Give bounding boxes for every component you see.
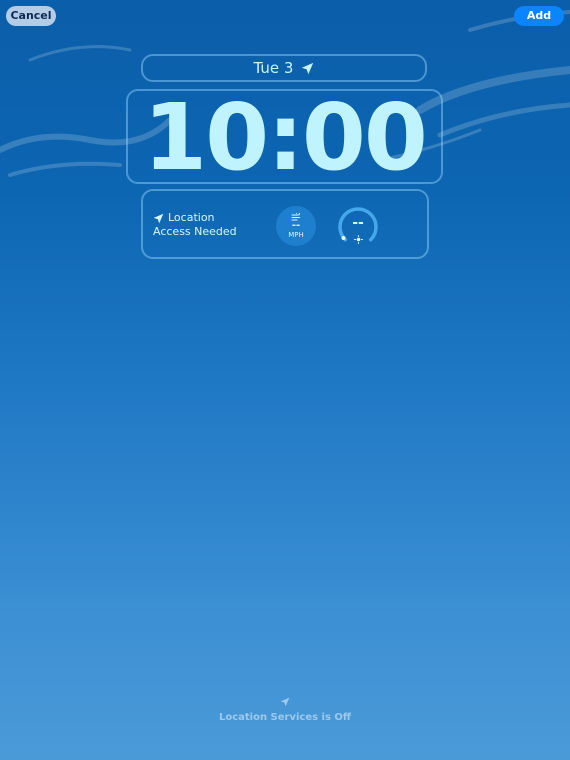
wind-speed-unit: MPH xyxy=(288,230,304,239)
clock-time: 10:00 xyxy=(143,83,428,191)
location-services-status: Location Services is Off xyxy=(0,697,570,723)
location-arrow-icon xyxy=(153,213,164,223)
widget-row[interactable]: Location Access Needed -- MPH -- xyxy=(141,189,429,259)
location-widget-title: Location xyxy=(168,211,215,224)
date-widget[interactable]: Tue 3 xyxy=(141,54,427,82)
location-arrow-icon xyxy=(280,697,290,707)
cancel-button[interactable]: Cancel xyxy=(6,6,56,26)
date-label: Tue 3 xyxy=(253,59,294,77)
location-widget-subtitle: Access Needed xyxy=(153,225,237,238)
sun-icon xyxy=(353,235,363,244)
uv-index-widget[interactable]: -- xyxy=(337,206,379,248)
location-widget[interactable]: Location Access Needed xyxy=(153,211,237,239)
wind-widget[interactable]: -- MPH xyxy=(276,206,316,246)
wind-speed-value: -- xyxy=(291,219,301,231)
location-arrow-icon xyxy=(302,62,314,74)
uv-index-value: -- xyxy=(352,215,364,231)
location-services-label: Location Services is Off xyxy=(218,712,352,723)
add-button[interactable]: Add xyxy=(514,6,564,26)
clock-widget[interactable]: 10:00 xyxy=(126,89,443,184)
